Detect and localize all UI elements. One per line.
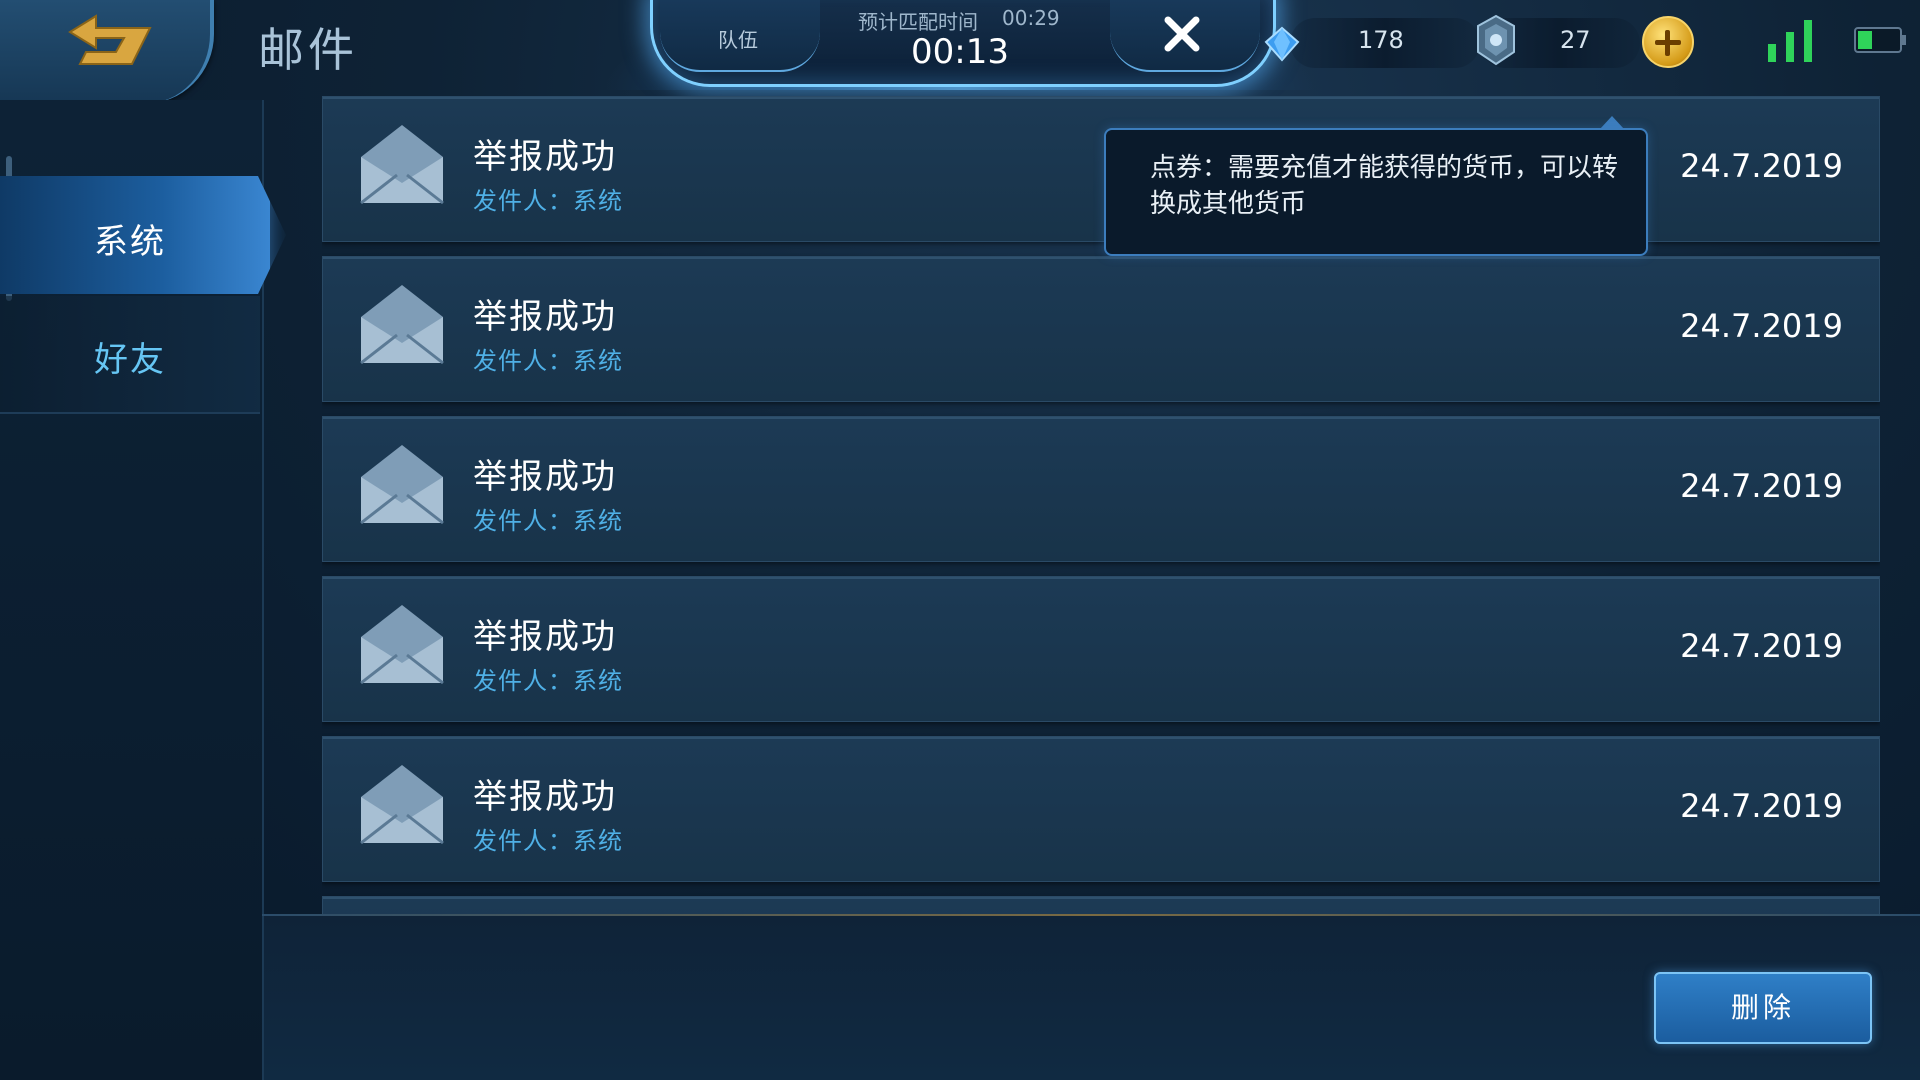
tab-friends-label: 好友 xyxy=(94,340,166,380)
envelope-icon xyxy=(360,765,444,845)
coupon-count: 27 xyxy=(1560,26,1591,54)
tab-system-label: 系统 xyxy=(94,222,166,262)
mail-date: 24.7.2019 xyxy=(1680,467,1843,505)
mail-date: 24.7.2019 xyxy=(1680,147,1843,185)
envelope-icon xyxy=(360,445,444,525)
mail-title: 举报成功 xyxy=(473,617,617,657)
envelope-icon xyxy=(360,605,444,685)
signal-icon xyxy=(1768,20,1812,62)
back-arrow-icon xyxy=(68,14,152,65)
coupon-icon[interactable] xyxy=(1474,14,1518,66)
mail-sender: 发件人：系统 xyxy=(473,827,623,855)
mail-item[interactable]: 举报成功 发件人：系统 24.7.2019 xyxy=(322,256,1880,402)
mail-date: 24.7.2019 xyxy=(1680,627,1843,665)
mail-sender: 发件人：系统 xyxy=(473,347,623,375)
mail-title: 举报成功 xyxy=(473,297,617,337)
envelope-icon xyxy=(360,125,444,205)
elapsed-match-time: 00:13 xyxy=(911,32,1009,72)
close-icon[interactable] xyxy=(1162,14,1202,54)
team-label: 队伍 xyxy=(718,28,758,52)
mail-title: 举报成功 xyxy=(473,457,617,497)
mail-date: 24.7.2019 xyxy=(1680,307,1843,345)
battery-icon xyxy=(1854,27,1906,53)
mail-title: 举报成功 xyxy=(473,137,617,177)
mail-item[interactable]: 举报成功 发件人：系统 24.7.2019 xyxy=(322,736,1880,882)
page-title: 邮件 xyxy=(258,23,358,77)
envelope-icon xyxy=(360,285,444,365)
mail-item-partial[interactable] xyxy=(322,896,1880,916)
expected-match-label: 预计匹配时间 xyxy=(858,10,978,34)
back-button[interactable] xyxy=(0,0,214,104)
diamond-icon xyxy=(1264,26,1300,62)
tooltip-text: 点券：需要充值才能获得的货币，可以转换成其他货币 xyxy=(1150,153,1619,219)
delete-button[interactable]: 删除 xyxy=(1654,972,1872,1044)
add-currency-button[interactable] xyxy=(1642,16,1694,68)
mail-sender: 发件人：系统 xyxy=(473,507,623,535)
mail-date: 24.7.2019 xyxy=(1680,787,1843,825)
mail-sender: 发件人：系统 xyxy=(473,667,623,695)
mail-item[interactable]: 举报成功 发件人：系统 24.7.2019 xyxy=(322,416,1880,562)
diamond-count: 178 xyxy=(1358,26,1404,54)
expected-match-time: 00:29 xyxy=(1002,6,1060,30)
top-bar: 邮件 队伍 预计匹配时间 00:29 00:13 178 27 xyxy=(0,0,1920,104)
mail-title: 举报成功 xyxy=(473,777,617,817)
mail-item[interactable]: 举报成功 发件人：系统 24.7.2019 xyxy=(322,576,1880,722)
mail-sender: 发件人：系统 xyxy=(473,187,623,215)
